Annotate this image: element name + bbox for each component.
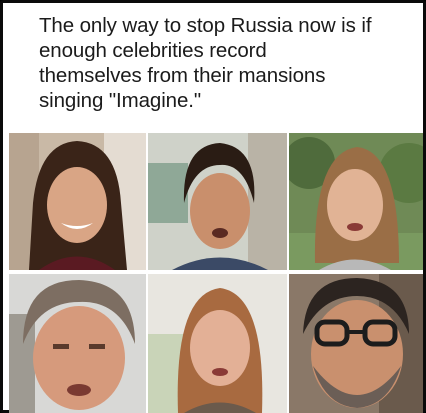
video-tile-5 [148, 274, 287, 413]
video-tile-4 [9, 274, 146, 413]
video-tile-1 [9, 133, 146, 270]
video-tile-2 [148, 133, 287, 270]
caption-line: enough celebrities record [39, 39, 267, 62]
caption-line: singing "Imagine." [39, 89, 202, 112]
meme-card: The only way to stop Russia now is if en… [0, 0, 426, 413]
caption-text: The only way to stop Russia now is if en… [39, 13, 423, 113]
caption-line: themselves from their mansions [39, 64, 326, 87]
video-tile-6 [289, 274, 423, 413]
video-tile-3 [289, 133, 423, 270]
caption-line: The only way to stop Russia now is if [39, 14, 372, 37]
video-collage [9, 133, 423, 413]
